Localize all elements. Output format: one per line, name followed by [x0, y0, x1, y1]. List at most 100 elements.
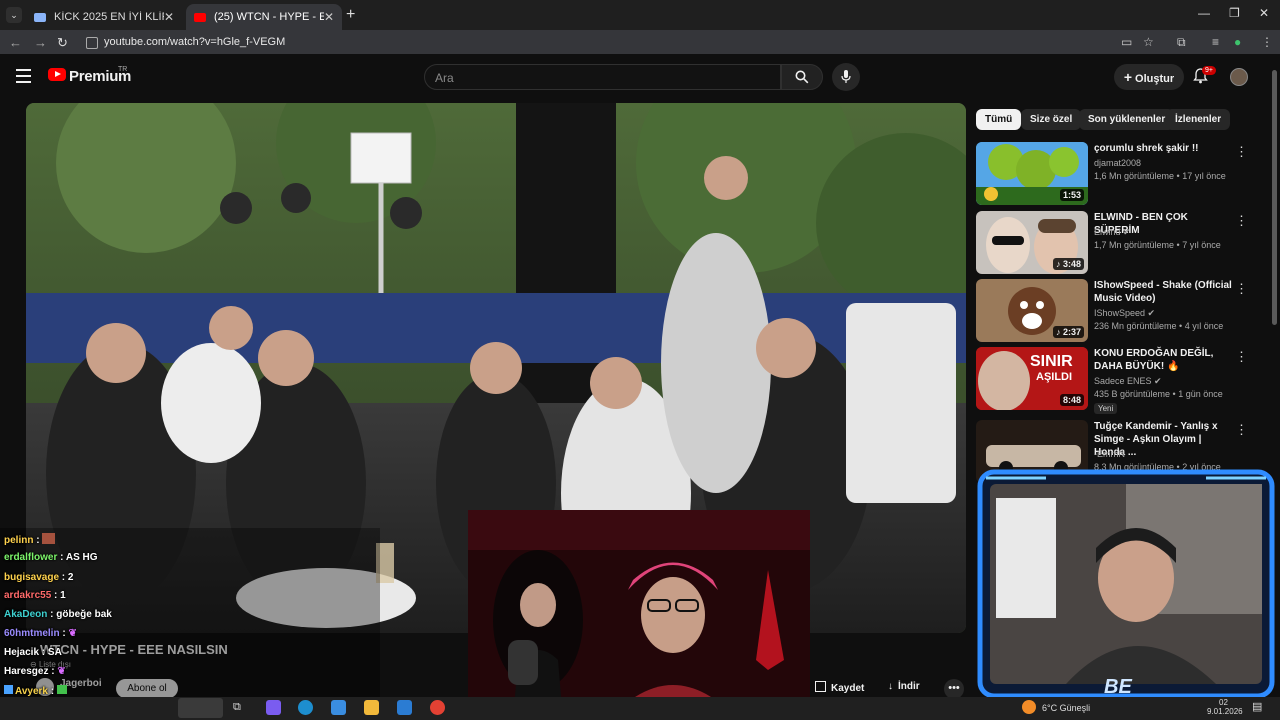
task-view-icon[interactable]: ⧉: [233, 700, 248, 715]
notification-center-icon[interactable]: ▤: [1252, 700, 1262, 713]
recommendation-channel[interactable]: Elwind ✔: [1094, 227, 1131, 238]
taskbar-widget[interactable]: [178, 698, 223, 718]
recommendation-title[interactable]: çorumlu shrek şakir !!: [1094, 142, 1232, 155]
edge-icon[interactable]: [298, 700, 313, 715]
maximize-button[interactable]: ❐: [1229, 6, 1240, 20]
menu-icon[interactable]: [16, 69, 31, 87]
chat-emote-icon: [56, 685, 67, 694]
chip-recently-uploaded[interactable]: Son yüklenenler: [1079, 109, 1175, 130]
chat-username: Haresgez: [4, 666, 49, 677]
reading-list-icon[interactable]: ≡: [1212, 35, 1219, 49]
url-text: youtube.com/watch?v=hGle_f-VEGM: [104, 36, 286, 48]
chip-all[interactable]: Tümü: [976, 109, 1022, 130]
extensions-icon[interactable]: ⧉: [1177, 35, 1186, 50]
save-button[interactable]: Kaydet: [815, 681, 864, 694]
browser-tab-youtube[interactable]: (25) WTCN - HYPE - EEE NASILSIN ✕: [186, 4, 342, 30]
weather-text[interactable]: 6°C Güneşli: [1042, 703, 1090, 713]
recommendation-channel[interactable]: djamat2008: [1094, 158, 1141, 168]
recommendation-channel[interactable]: IShowSpeed ✔: [1094, 308, 1155, 319]
outlook-icon[interactable]: [397, 700, 412, 715]
search-icon: [795, 70, 809, 84]
chat-message: erdalflower : AS HG: [4, 552, 98, 563]
more-options-icon[interactable]: ⋮: [1235, 213, 1248, 229]
forward-icon[interactable]: →: [34, 35, 47, 50]
clock-time[interactable]: 02: [1219, 698, 1228, 707]
chat-username: Avyerk: [15, 686, 48, 697]
plus-icon: +: [1123, 69, 1133, 85]
streamer-facecam: [468, 510, 810, 720]
browser-tab-tierlist[interactable]: KİCK 2025 EN İYİ KLİP - Tier List ✕: [26, 4, 182, 30]
voice-search-button[interactable]: [832, 63, 860, 91]
streamer-webcam-overlay: BE: [976, 468, 1276, 700]
video-thumbnail[interactable]: ♪ 2:37: [976, 279, 1088, 342]
chat-emote-icon: ❦: [68, 628, 77, 639]
download-button[interactable]: ↓ İndir: [888, 681, 920, 692]
chat-text: göbeğe bak: [56, 609, 112, 620]
duration-label: 8:48: [1059, 394, 1084, 406]
account-avatar[interactable]: [1230, 68, 1248, 86]
create-label: Oluştur: [1135, 73, 1175, 85]
search-button[interactable]: [781, 64, 823, 90]
chrome-icon[interactable]: [430, 700, 445, 715]
tab-close-icon[interactable]: ✕: [164, 10, 174, 24]
youtube-logo-icon[interactable]: [48, 68, 66, 81]
back-icon[interactable]: ←: [9, 35, 22, 50]
microphone-icon: [841, 70, 851, 83]
cast-icon[interactable]: ▭: [1121, 35, 1132, 49]
bookmark-star-icon[interactable]: ☆: [1143, 35, 1154, 49]
store-icon[interactable]: [331, 700, 346, 715]
more-options-icon[interactable]: ⋮: [1235, 144, 1248, 160]
address-bar[interactable]: youtube.com/watch?v=hGle_f-VEGM: [80, 34, 1124, 51]
recommendation-item[interactable]: SINIR AŞILDI 8:48 KONU ERDOĞAN DEĞİL, DA…: [976, 347, 1266, 414]
more-options-icon[interactable]: ⋮: [1235, 281, 1248, 297]
minimize-button[interactable]: —: [1198, 6, 1210, 20]
new-tab-button[interactable]: +: [346, 6, 355, 24]
recommendation-channel[interactable]: -EmrhN: [1094, 449, 1125, 459]
clock-date[interactable]: 9.01.2026: [1207, 707, 1243, 716]
chat-username: 60hmtmelin: [4, 628, 60, 639]
weather-icon[interactable]: [1022, 700, 1036, 714]
close-window-button[interactable]: ✕: [1259, 6, 1269, 20]
chat-emote-icon: ❦: [57, 666, 66, 677]
chat-message: pelinn :: [4, 533, 56, 546]
recommendation-item[interactable]: ♪ 2:37 IShowSpeed - Shake (Official Musi…: [976, 279, 1266, 344]
chat-message: Haresgez : ❦: [4, 666, 66, 677]
copilot-icon[interactable]: [266, 700, 281, 715]
create-button[interactable]: + Oluştur: [1114, 64, 1184, 90]
video-thumbnail[interactable]: ♪ 3:48: [976, 211, 1088, 274]
more-options-icon[interactable]: ⋮: [1235, 422, 1248, 438]
thumbnail-text: SINIR: [1030, 353, 1073, 370]
tab-search-button[interactable]: ⌄: [6, 7, 22, 23]
more-actions-button[interactable]: •••: [944, 679, 964, 699]
video-thumbnail[interactable]: SINIR AŞILDI 8:48: [976, 347, 1088, 410]
chip-watched[interactable]: İzlenenler: [1166, 109, 1231, 130]
tab-close-icon[interactable]: ✕: [324, 10, 334, 24]
chat-text: AS HG: [65, 552, 98, 563]
chip-for-you[interactable]: Size özel: [1021, 109, 1082, 130]
recommendation-channel[interactable]: Sadece ENES ✔: [1094, 376, 1162, 387]
page-scrollbar[interactable]: [1272, 70, 1277, 325]
video-thumbnail[interactable]: 1:53: [976, 142, 1088, 205]
new-badge: Yeni: [1094, 403, 1118, 414]
chat-badge-icon: [4, 685, 13, 694]
more-options-icon[interactable]: ⋮: [1235, 349, 1248, 365]
recommendation-item[interactable]: ♪ 3:48 ELWIND - BEN ÇOK SÜPERİM Elwind ✔…: [976, 211, 1266, 276]
recommendation-title[interactable]: IShowSpeed - Shake (Official Music Video…: [1094, 279, 1232, 305]
chat-message: Hejacik : SA: [4, 647, 62, 658]
browser-menu-icon[interactable]: ⋮: [1261, 35, 1273, 49]
duration-label: 1:53: [1059, 189, 1084, 201]
reload-icon[interactable]: ↻: [57, 35, 68, 51]
recommendation-item[interactable]: 1:53 çorumlu shrek şakir !! djamat2008 1…: [976, 142, 1266, 207]
recommendation-title[interactable]: KONU ERDOĞAN DEĞİL, DAHA BÜYÜK! 🔥: [1094, 347, 1232, 373]
svg-text:BE: BE: [1104, 676, 1132, 698]
chat-username: erdalflower: [4, 552, 58, 563]
chat-username: ardakrc55: [4, 590, 52, 601]
chat-message: ardakrc55 : 1: [4, 590, 66, 601]
recommendation-meta: 435 B görüntüleme • 1 gün önce: [1094, 389, 1223, 399]
profile-icon[interactable]: ●: [1234, 35, 1241, 49]
chat-username: AkaDeon: [4, 609, 48, 620]
file-explorer-icon[interactable]: [364, 700, 379, 715]
site-info-icon[interactable]: [86, 37, 98, 49]
search-input[interactable]: Ara: [424, 64, 781, 90]
duration-label: ♪ 3:48: [1052, 258, 1084, 270]
